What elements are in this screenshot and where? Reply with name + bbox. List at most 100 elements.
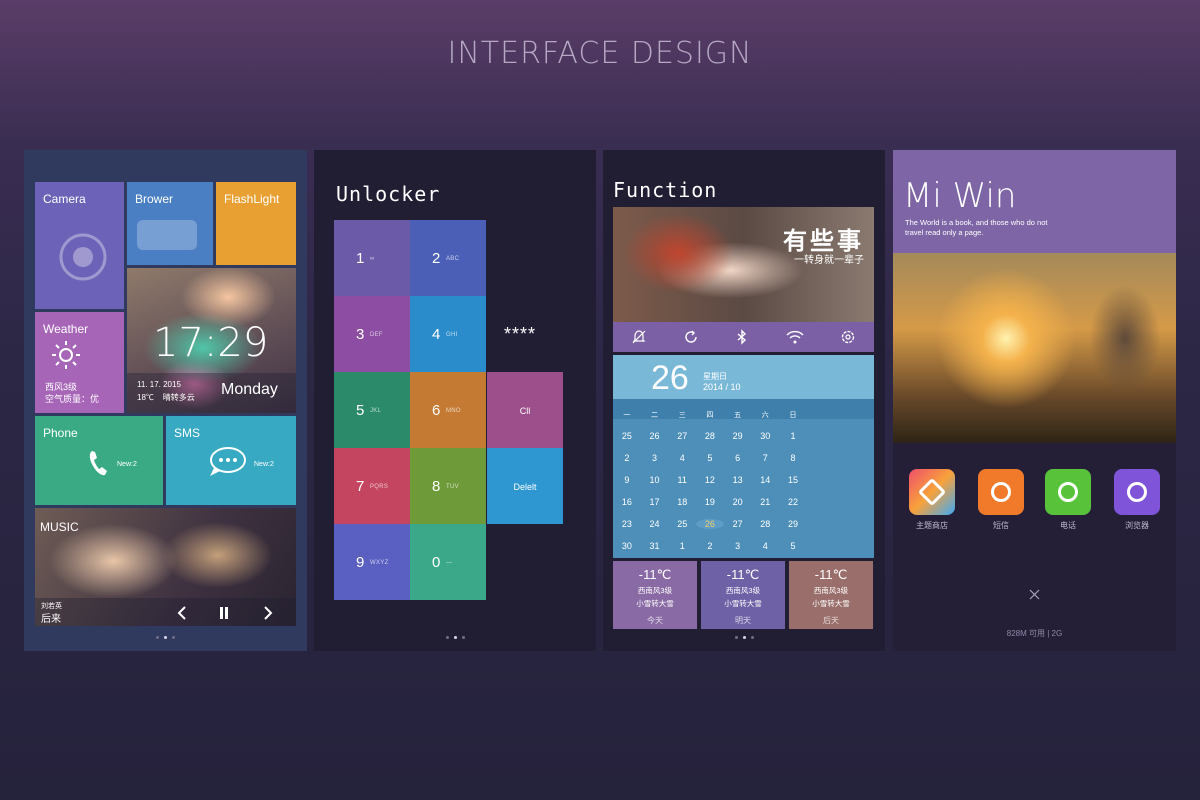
calendar-day-cell[interactable]: 15	[779, 475, 807, 485]
calendar-day-cell[interactable]: 21	[751, 497, 779, 507]
calendar-day-cell[interactable]: 1	[668, 541, 696, 551]
weekday-label: 日	[789, 412, 797, 419]
key-digit: 0	[432, 554, 441, 571]
calendar-day: 26	[651, 359, 689, 397]
forecast-card[interactable]: -11℃ 西南风3级 小雪转大雪 后天	[789, 561, 873, 629]
calendar-day-cell[interactable]: 3	[724, 541, 752, 551]
forecast-wind: 西南风3级	[725, 586, 761, 595]
calendar-day-cell[interactable]: 31	[641, 541, 669, 551]
clock-tile[interactable]: 17:29 11. 17. 2015 18℃ 晴转多云 Monday	[127, 268, 296, 413]
key-6[interactable]: 6 MNO	[410, 372, 486, 448]
key-8[interactable]: 8 TUV	[410, 448, 486, 524]
clock-date: 11. 17. 2015	[137, 380, 181, 389]
key-3[interactable]: 3 DEF	[334, 296, 410, 372]
forecast-temp: -11℃	[726, 567, 760, 582]
key-7[interactable]: 7 PQRS	[334, 448, 410, 524]
calendar-day-cell[interactable]: 28	[696, 431, 724, 441]
calendar-day-cell[interactable]: 4	[751, 541, 779, 551]
previous-icon[interactable]	[177, 606, 187, 620]
sync-icon[interactable]	[683, 329, 699, 345]
calendar-day-cell[interactable]: 17	[641, 497, 669, 507]
calendar-day-cell[interactable]: 28	[751, 519, 779, 529]
key-letters: GHI	[446, 332, 458, 338]
forecast-card[interactable]: -11℃ 西南风3级 小雪转大雪 明天	[701, 561, 785, 629]
calendar-day-cell[interactable]: 11	[668, 475, 696, 485]
calendar-day-cell[interactable]: 20	[724, 497, 752, 507]
sms-tile[interactable]: SMS New:2	[166, 416, 296, 505]
calendar-day-cell[interactable]: 3	[641, 453, 669, 463]
forecast-wind: 西南风3级	[813, 586, 849, 595]
calendar-day-cell[interactable]: 18	[668, 497, 696, 507]
calendar-day-cell[interactable]: 1	[779, 431, 807, 441]
forecast-temp: -11℃	[814, 567, 848, 582]
browser-icon[interactable]	[1114, 469, 1160, 515]
music-tile[interactable]: MUSIC 刘若英 后来	[35, 508, 296, 626]
bluetooth-icon[interactable]	[734, 329, 750, 345]
flashlight-tile[interactable]: FlashLight	[216, 182, 296, 265]
calendar-day-cell[interactable]: 27	[724, 519, 752, 529]
settings-icon[interactable]	[840, 329, 856, 345]
phone-tile[interactable]: Phone New:2	[35, 416, 163, 505]
key-digit: 1	[356, 250, 365, 267]
key-letters: TUV	[446, 484, 459, 490]
calendar-day-cell[interactable]: 26	[641, 431, 669, 441]
calendar-day-cell[interactable]: 4	[668, 453, 696, 463]
calendar-day-cell[interactable]: 16	[613, 497, 641, 507]
message-icon[interactable]	[978, 469, 1024, 515]
calendar-day-cell[interactable]: 25	[613, 431, 641, 441]
camera-tile[interactable]: Camera	[35, 182, 124, 309]
calendar-day-cell[interactable]: 2	[696, 541, 724, 551]
pause-icon[interactable]	[219, 606, 229, 620]
wifi-icon[interactable]	[786, 329, 804, 345]
calendar-day-cell[interactable]: 10	[641, 475, 669, 485]
clock-weather: 18℃ 晴转多云	[137, 393, 195, 402]
banner-image[interactable]: 有些事 一转身就一辈子	[613, 207, 874, 322]
calendar-day-cell[interactable]: 22	[779, 497, 807, 507]
key-1[interactable]: 1 ∞	[334, 220, 410, 296]
phone-icon[interactable]	[1045, 469, 1091, 515]
weather-air: 空气质量：优	[45, 394, 100, 404]
calendar-day-cell[interactable]: 14	[751, 475, 779, 485]
calendar-day-cell[interactable]: 29	[724, 431, 752, 441]
weather-tile[interactable]: Weather 西风3级 空气质量：优	[35, 312, 124, 413]
quote-line2: travel read only a page.	[905, 228, 984, 237]
phone-icon	[89, 451, 107, 476]
key-5[interactable]: 5 JKL	[334, 372, 410, 448]
key-2[interactable]: 2 ABC	[410, 220, 486, 296]
key-4[interactable]: 4 GHI	[410, 296, 486, 372]
calendar-day-cell[interactable]: 6	[724, 453, 752, 463]
calendar-day-cell[interactable]: 12	[696, 475, 724, 485]
next-icon[interactable]	[263, 606, 273, 620]
calendar-day-cell[interactable]: 23	[613, 519, 641, 529]
calendar-day-cell[interactable]: 25	[668, 519, 696, 529]
sun-icon	[52, 341, 80, 369]
calendar-day-cell[interactable]: 29	[779, 519, 807, 529]
weekday-label: 五	[734, 412, 742, 419]
calendar-day-cell[interactable]: 30	[613, 541, 641, 551]
calendar-day-cell[interactable]: 19	[696, 497, 724, 507]
calendar-day-cell[interactable]: 5	[696, 453, 724, 463]
page-indicator	[314, 636, 596, 639]
key-9[interactable]: 9 WXYZ	[334, 524, 410, 600]
calendar-day-cell[interactable]: 7	[751, 453, 779, 463]
delete-button[interactable]: Delelt	[487, 448, 563, 524]
calendar-day-cell[interactable]: 2	[613, 453, 641, 463]
calendar-day-cell[interactable]: 9	[613, 475, 641, 485]
close-icon[interactable]	[1029, 589, 1040, 600]
banner-subtitle: 一转身就一辈子	[794, 255, 864, 266]
calendar-day-cell[interactable]: 26	[696, 519, 724, 529]
mute-icon[interactable]	[631, 329, 647, 345]
forecast-day: 后天	[823, 616, 839, 625]
theme-store-icon[interactable]	[909, 469, 955, 515]
calendar-day-cell[interactable]: 5	[779, 541, 807, 551]
key-0[interactable]: 0—	[410, 524, 486, 600]
calendar-day-cell[interactable]: 27	[668, 431, 696, 441]
forecast-card[interactable]: -11℃ 西南风3级 小雪转大雪 今天	[613, 561, 697, 629]
calendar-day-cell[interactable]: 24	[641, 519, 669, 529]
calendar-day-cell[interactable]: 8	[779, 453, 807, 463]
calendar-day-cell[interactable]: 30	[751, 431, 779, 441]
clear-button[interactable]: Cll	[487, 372, 563, 448]
forecast-day: 明天	[735, 616, 751, 625]
browser-tile[interactable]: Brower	[127, 182, 213, 265]
calendar-day-cell[interactable]: 13	[724, 475, 752, 485]
